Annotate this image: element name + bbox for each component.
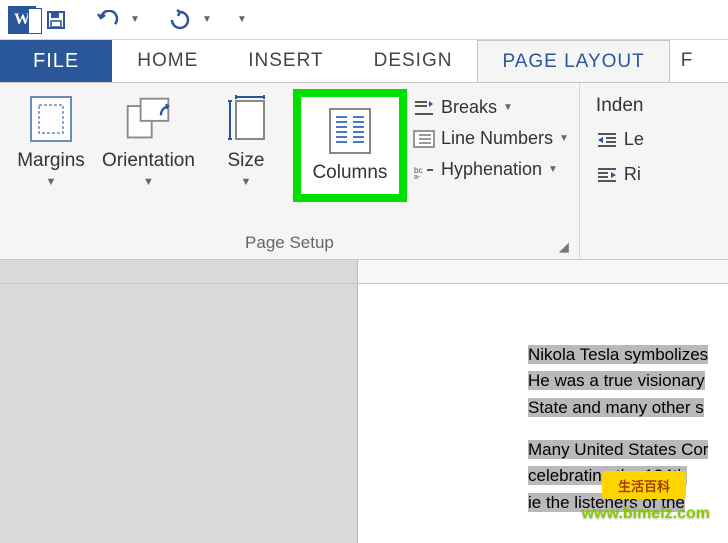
word-logo-icon: [8, 6, 36, 34]
customize-qat-button[interactable]: ▼: [228, 6, 256, 34]
breaks-icon: [413, 99, 435, 117]
tab-insert[interactable]: INSERT: [223, 40, 348, 82]
orientation-label: Orientation: [102, 151, 195, 172]
line-numbers-button[interactable]: Line Numbers ▼: [413, 128, 569, 149]
orientation-icon: [124, 95, 172, 143]
columns-highlight: Columns: [293, 89, 407, 202]
columns-icon: [326, 107, 374, 155]
ruler[interactable]: [0, 260, 728, 284]
save-button[interactable]: [42, 6, 70, 34]
page-setup-small-buttons: Breaks ▼ Line Numbers ▼ bca- Hyphenation…: [413, 89, 569, 180]
dropdown-caret-icon: ▼: [46, 176, 57, 188]
ruler-scale: [358, 260, 728, 283]
margins-button[interactable]: Margins ▼: [10, 89, 92, 194]
indent-left-control[interactable]: Le: [596, 129, 644, 150]
group-page-setup: Margins ▼ Orientation ▼ Size ▼: [0, 83, 580, 259]
ruler-left-margin: [0, 260, 358, 283]
columns-button[interactable]: Columns: [305, 101, 395, 190]
hyphenation-button[interactable]: bca- Hyphenation ▼: [413, 159, 569, 180]
watermark-badge: 生活百科: [602, 471, 686, 499]
tab-design[interactable]: DESIGN: [349, 40, 478, 82]
breaks-label: Breaks: [441, 97, 497, 118]
ribbon-page-layout: Margins ▼ Orientation ▼ Size ▼: [0, 82, 728, 260]
group-paragraph: Inden Le Ri: [580, 83, 660, 259]
orientation-button[interactable]: Orientation ▼: [98, 89, 199, 194]
tab-partial[interactable]: F: [670, 40, 705, 82]
dropdown-caret-icon: ▼: [548, 164, 558, 175]
ribbon-tabs: FILE HOME INSERT DESIGN PAGE LAYOUT F: [0, 40, 728, 82]
dropdown-caret-icon: ▼: [503, 102, 513, 113]
document-left-gutter: [0, 284, 358, 543]
indent-heading: Inden: [596, 95, 644, 117]
indent-right-icon: [596, 166, 618, 184]
doc-line: State and many other s: [528, 398, 704, 417]
size-icon: [222, 95, 270, 143]
hyphenation-icon: bca-: [413, 161, 435, 179]
size-button[interactable]: Size ▼: [205, 89, 287, 194]
redo-button[interactable]: [166, 6, 194, 34]
svg-text:a-: a-: [414, 174, 421, 179]
indent-left-label: Le: [624, 129, 644, 150]
tab-home[interactable]: HOME: [112, 40, 223, 82]
hyphenation-label: Hyphenation: [441, 159, 542, 180]
dropdown-caret-icon: ▼: [559, 133, 569, 144]
columns-label: Columns: [312, 163, 387, 184]
watermark-url: www.bimeiz.com: [582, 505, 710, 523]
indent-right-label: Ri: [624, 164, 641, 185]
doc-line: He was a true visionary: [528, 371, 705, 390]
undo-button[interactable]: [94, 6, 122, 34]
redo-dropdown[interactable]: ▼: [200, 6, 214, 34]
page-setup-dialog-launcher[interactable]: ◢: [559, 239, 573, 253]
tab-file[interactable]: FILE: [0, 40, 112, 82]
tab-page-layout[interactable]: PAGE LAYOUT: [477, 40, 669, 82]
margins-label: Margins: [17, 151, 85, 172]
doc-line: Nikola Tesla symbolizes: [528, 345, 708, 364]
indent-right-control[interactable]: Ri: [596, 164, 644, 185]
group-label-page-setup: Page Setup: [10, 229, 569, 255]
indent-left-icon: [596, 131, 618, 149]
undo-dropdown[interactable]: ▼: [128, 6, 142, 34]
dropdown-caret-icon: ▼: [241, 176, 252, 188]
margins-icon: [27, 95, 75, 143]
breaks-button[interactable]: Breaks ▼: [413, 97, 569, 118]
dropdown-caret-icon: ▼: [143, 176, 154, 188]
line-numbers-icon: [413, 130, 435, 148]
doc-line: Many United States Cor: [528, 440, 708, 459]
quick-access-toolbar: ▼ ▼ ▼: [0, 0, 728, 40]
line-numbers-label: Line Numbers: [441, 128, 553, 149]
size-label: Size: [227, 151, 264, 172]
